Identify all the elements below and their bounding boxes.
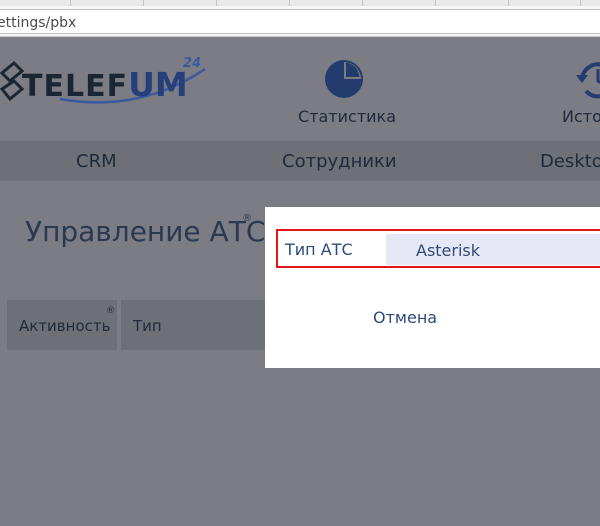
column-header-type[interactable]: Тип xyxy=(121,300,271,350)
column-header-activity[interactable]: Активность xyxy=(7,300,117,350)
logo-text-telef: TELEF xyxy=(22,69,129,104)
logo-text: TELEFUM xyxy=(22,65,188,104)
nav-history[interactable]: Исто xyxy=(560,55,600,130)
url-field[interactable]: ettings/pbx xyxy=(0,9,600,34)
menu-item-desktop[interactable]: Deskto xyxy=(540,151,600,172)
nav-statistics-label: Статистика xyxy=(298,107,396,126)
main-menu: CRM Сотрудники Deskto xyxy=(0,141,600,181)
app-header: TELEFUM 24 Статистика Исто xyxy=(0,37,600,139)
logo-text-um: UM xyxy=(128,65,188,104)
pbx-type-select[interactable]: Asterisk xyxy=(386,234,600,265)
logo-superscript: 24 xyxy=(183,56,202,71)
menu-item-crm[interactable]: CRM xyxy=(76,151,117,172)
pbx-type-field: Тип АТС Asterisk xyxy=(276,229,600,268)
telefum-logo[interactable]: TELEFUM 24 xyxy=(0,51,215,111)
pie-chart-icon xyxy=(325,60,363,98)
pbx-type-selected-value: Asterisk xyxy=(416,241,481,260)
column-header-activity-label: Активность xyxy=(19,317,111,335)
help-mark[interactable]: ® xyxy=(242,213,252,224)
nav-history-label: Исто xyxy=(562,107,600,126)
column-header-type-label: Тип xyxy=(133,317,162,335)
history-icon xyxy=(576,62,600,99)
url-text: ettings/pbx xyxy=(0,15,77,31)
page-title: Управление АТС xyxy=(25,215,266,248)
pbx-type-dialog: Тип АТС Asterisk Отмена xyxy=(265,207,600,368)
menu-item-employees[interactable]: Сотрудники xyxy=(282,151,397,172)
pbx-type-label: Тип АТС xyxy=(285,240,353,259)
address-bar: ettings/pbx xyxy=(0,6,600,37)
cancel-button[interactable]: Отмена xyxy=(373,308,437,327)
nav-statistics[interactable]: Статистика xyxy=(298,55,396,130)
column-help-mark[interactable]: ® xyxy=(106,306,115,316)
